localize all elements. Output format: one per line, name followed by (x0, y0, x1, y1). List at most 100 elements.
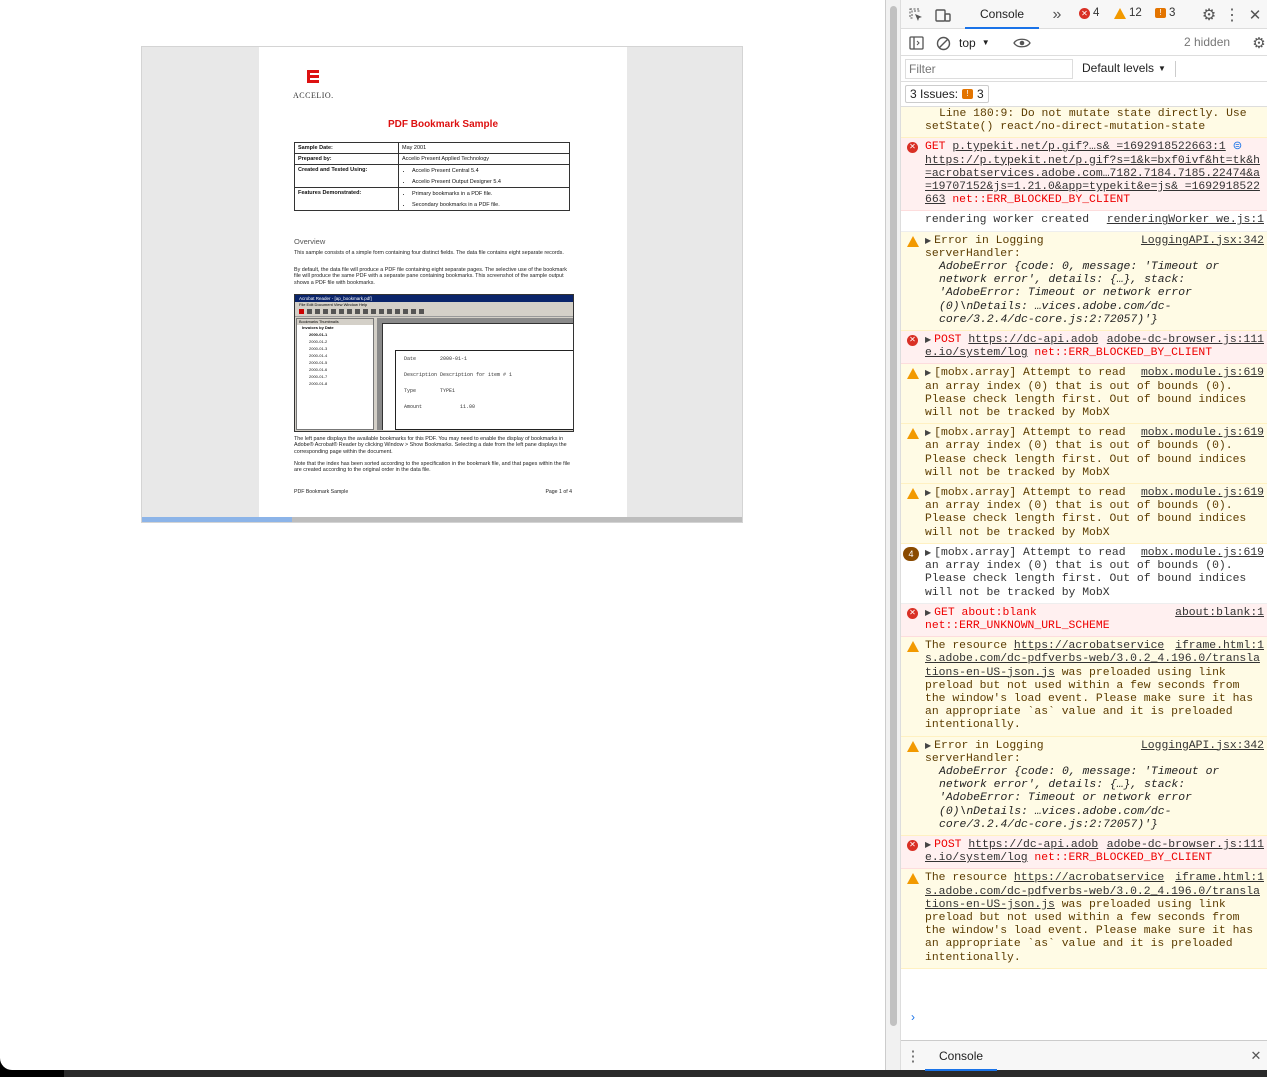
issues-count-badge[interactable]: ! 3 (1155, 7, 1175, 19)
console-message[interactable]: mobx.module.js:619 ▶ [mobx.array] Attempt… (901, 484, 1267, 544)
hidden-count[interactable]: 2 hidden (1184, 35, 1230, 49)
console-message[interactable]: iframe.html:1 The resource https://acrob… (901, 869, 1267, 969)
filter-bar: Default levels▼ (901, 56, 1267, 82)
source-link[interactable]: about:blank:1 (1175, 607, 1264, 620)
chevron-down-icon: ▼ (1158, 63, 1166, 73)
request-url-link[interactable]: p.typekit.net/p.gif?…s& =1692918522663:1 (952, 141, 1225, 153)
source-link[interactable]: LoggingAPI.jsx:342 (1141, 740, 1264, 753)
toolbar-icon (347, 309, 352, 314)
form-value: TYPE1 (440, 388, 456, 394)
console-message[interactable]: mobx.module.js:619 ▶ [mobx.array] Attempt… (901, 424, 1267, 485)
source-link[interactable]: mobx.module.js:619 (1141, 487, 1264, 500)
live-expression-eye-icon[interactable] (1011, 34, 1033, 52)
context-selector[interactable]: top ▼ (959, 34, 990, 51)
toolbar-icon (315, 309, 320, 314)
expand-caret-icon[interactable]: ▶ (925, 369, 931, 378)
drawer-menu-icon[interactable]: ⋮ (906, 1046, 921, 1066)
pdf-page: ACCELIO. PDF Bookmark Sample Sample Date… (259, 47, 627, 519)
sidebar-toggle-icon[interactable] (907, 34, 925, 52)
tab-console[interactable]: Console (965, 0, 1040, 29)
console-message[interactable]: mobx.module.js:619 ▶ [mobx.array] Attempt… (901, 364, 1267, 425)
form-label: Type (404, 388, 417, 394)
console-message[interactable]: ✕ about:blank:1 ▶ GET about:blank net::ER… (901, 603, 1267, 638)
error-object[interactable]: AdobeError {code: 0, message: 'Timeout o… (925, 766, 1264, 832)
shot-form: Date 2000-01-1 Description Description for… (395, 350, 573, 430)
bookmark-item: 2000-01-5 (309, 360, 328, 365)
console-message[interactable]: Line 180:9: Do not mutate state directly… (901, 107, 1267, 139)
source-link[interactable]: adobe-dc-browser.js:111 (1107, 839, 1264, 852)
table-value: May 2001 (398, 142, 570, 154)
source-link[interactable]: iframe.html:1 (1175, 872, 1264, 885)
warning-icon (907, 428, 919, 440)
warning-icon (1114, 7, 1126, 19)
drawer-tab-console[interactable]: Console (925, 1041, 998, 1071)
paragraph-3: The left pane displays the available boo… (294, 436, 567, 455)
toolbar-icon (419, 309, 424, 314)
bookmark-item: 2000-01-2 (309, 339, 328, 344)
form-label: Amount (404, 404, 423, 410)
page-scrollbar[interactable] (886, 0, 901, 1070)
logo-text: ACCELIO. (293, 91, 334, 100)
bookmark-item: 2000-01-3 (309, 346, 328, 351)
source-link[interactable]: iframe.html:1 (1175, 640, 1264, 653)
console-message[interactable]: iframe.html:1 The resource https://acrob… (901, 637, 1267, 737)
expand-caret-icon[interactable]: ▶ (925, 429, 931, 438)
source-link[interactable]: mobx.module.js:619 (1141, 367, 1264, 380)
source-link[interactable]: renderingWorker we.js:1 (1107, 214, 1264, 227)
console-message[interactable]: LoggingAPI.jsx:342 ▶ Error in Logging ser… (901, 231, 1267, 332)
error-count-badge[interactable]: ✕ 4 (1079, 7, 1099, 19)
chevron-down-icon: ▼ (981, 38, 990, 47)
form-label: Date (404, 356, 417, 362)
metadata-table: Sample Date: May 2001 Prepared by: Accel… (294, 142, 570, 211)
source-link[interactable]: mobx.module.js:619 (1141, 427, 1264, 440)
source-link[interactable]: adobe-dc-browser.js:111 (1107, 334, 1264, 347)
console-message[interactable]: LoggingAPI.jsx:342 ▶ Error in Logging ser… (901, 736, 1267, 836)
console-prompt[interactable]: › (911, 1010, 915, 1024)
filter-input[interactable] (905, 59, 1073, 79)
clear-console-icon[interactable] (934, 34, 952, 52)
expand-caret-icon[interactable]: ▶ (925, 336, 931, 345)
bookmark-item: 2000-01-8 (309, 381, 328, 386)
console-message[interactable]: ✕ adobe-dc-browser.js:111 ▶ POST https://… (901, 331, 1267, 365)
more-tabs-icon[interactable]: » (1049, 6, 1065, 24)
source-link[interactable]: mobx.module.js:619 (1141, 547, 1264, 560)
source-link[interactable]: LoggingAPI.jsx:342 (1141, 235, 1264, 248)
scrollbar-thumb[interactable] (890, 6, 897, 1026)
console-message[interactable]: renderingWorker we.js:1 rendering worker… (901, 211, 1267, 232)
error-object[interactable]: AdobeError {code: 0, message: 'Timeout o… (925, 261, 1264, 327)
repeat-count-badge: 4 (903, 546, 919, 561)
expand-caret-icon[interactable]: ▶ (925, 489, 931, 498)
expand-caret-icon[interactable]: ▶ (925, 237, 931, 246)
kebab-menu-icon[interactable]: ⋮ (1224, 5, 1240, 25)
form-row: Description Description for item # 1 (396, 367, 573, 383)
issues-button[interactable]: 3 Issues: ! 3 (905, 85, 989, 103)
console-log: Line 180:9: Do not mutate state directly… (901, 107, 1267, 1037)
bookmark-item: 2000-01-4 (309, 353, 328, 358)
log-levels-dropdown[interactable]: Default levels ▼ (1082, 61, 1166, 75)
close-drawer-icon[interactable]: ✕ (1249, 1046, 1263, 1066)
message-text: The resource (925, 872, 1014, 885)
toolbar-icon (339, 309, 344, 314)
console-settings-gear-icon[interactable]: ⚙ (1251, 33, 1267, 53)
console-message[interactable]: ✕ GET p.typekit.net/p.gif?…s& =169291852… (901, 138, 1267, 212)
network-icon[interactable]: ⊜ (1233, 141, 1243, 153)
table-row: Prepared by: Accelio Present Applied Tec… (294, 153, 570, 165)
console-message[interactable]: ✕ adobe-dc-browser.js:111 ▶ POST https://… (901, 835, 1267, 870)
table-row: Sample Date: May 2001 (294, 142, 570, 154)
expand-caret-icon[interactable]: ▶ (925, 841, 931, 850)
expand-caret-icon[interactable]: ▶ (925, 549, 931, 558)
close-devtools-icon[interactable]: ✕ (1247, 5, 1263, 25)
form-value: 11.00 (460, 404, 476, 410)
expand-caret-icon[interactable]: ▶ (925, 609, 931, 618)
message-text: The resource (925, 640, 1014, 653)
error-count: 4 (1093, 7, 1100, 19)
inspect-element-icon[interactable] (907, 6, 925, 24)
device-toolbar-icon[interactable] (934, 6, 952, 24)
divider (1175, 61, 1176, 77)
warning-icon (907, 740, 919, 752)
pdf-viewer[interactable]: ACCELIO. PDF Bookmark Sample Sample Date… (141, 46, 743, 523)
settings-gear-icon[interactable]: ⚙ (1199, 5, 1219, 25)
warning-count-badge[interactable]: 12 (1114, 7, 1142, 19)
console-message[interactable]: 4 mobx.module.js:619 ▶ [mobx.array] Attem… (901, 544, 1267, 604)
expand-caret-icon[interactable]: ▶ (925, 742, 931, 751)
